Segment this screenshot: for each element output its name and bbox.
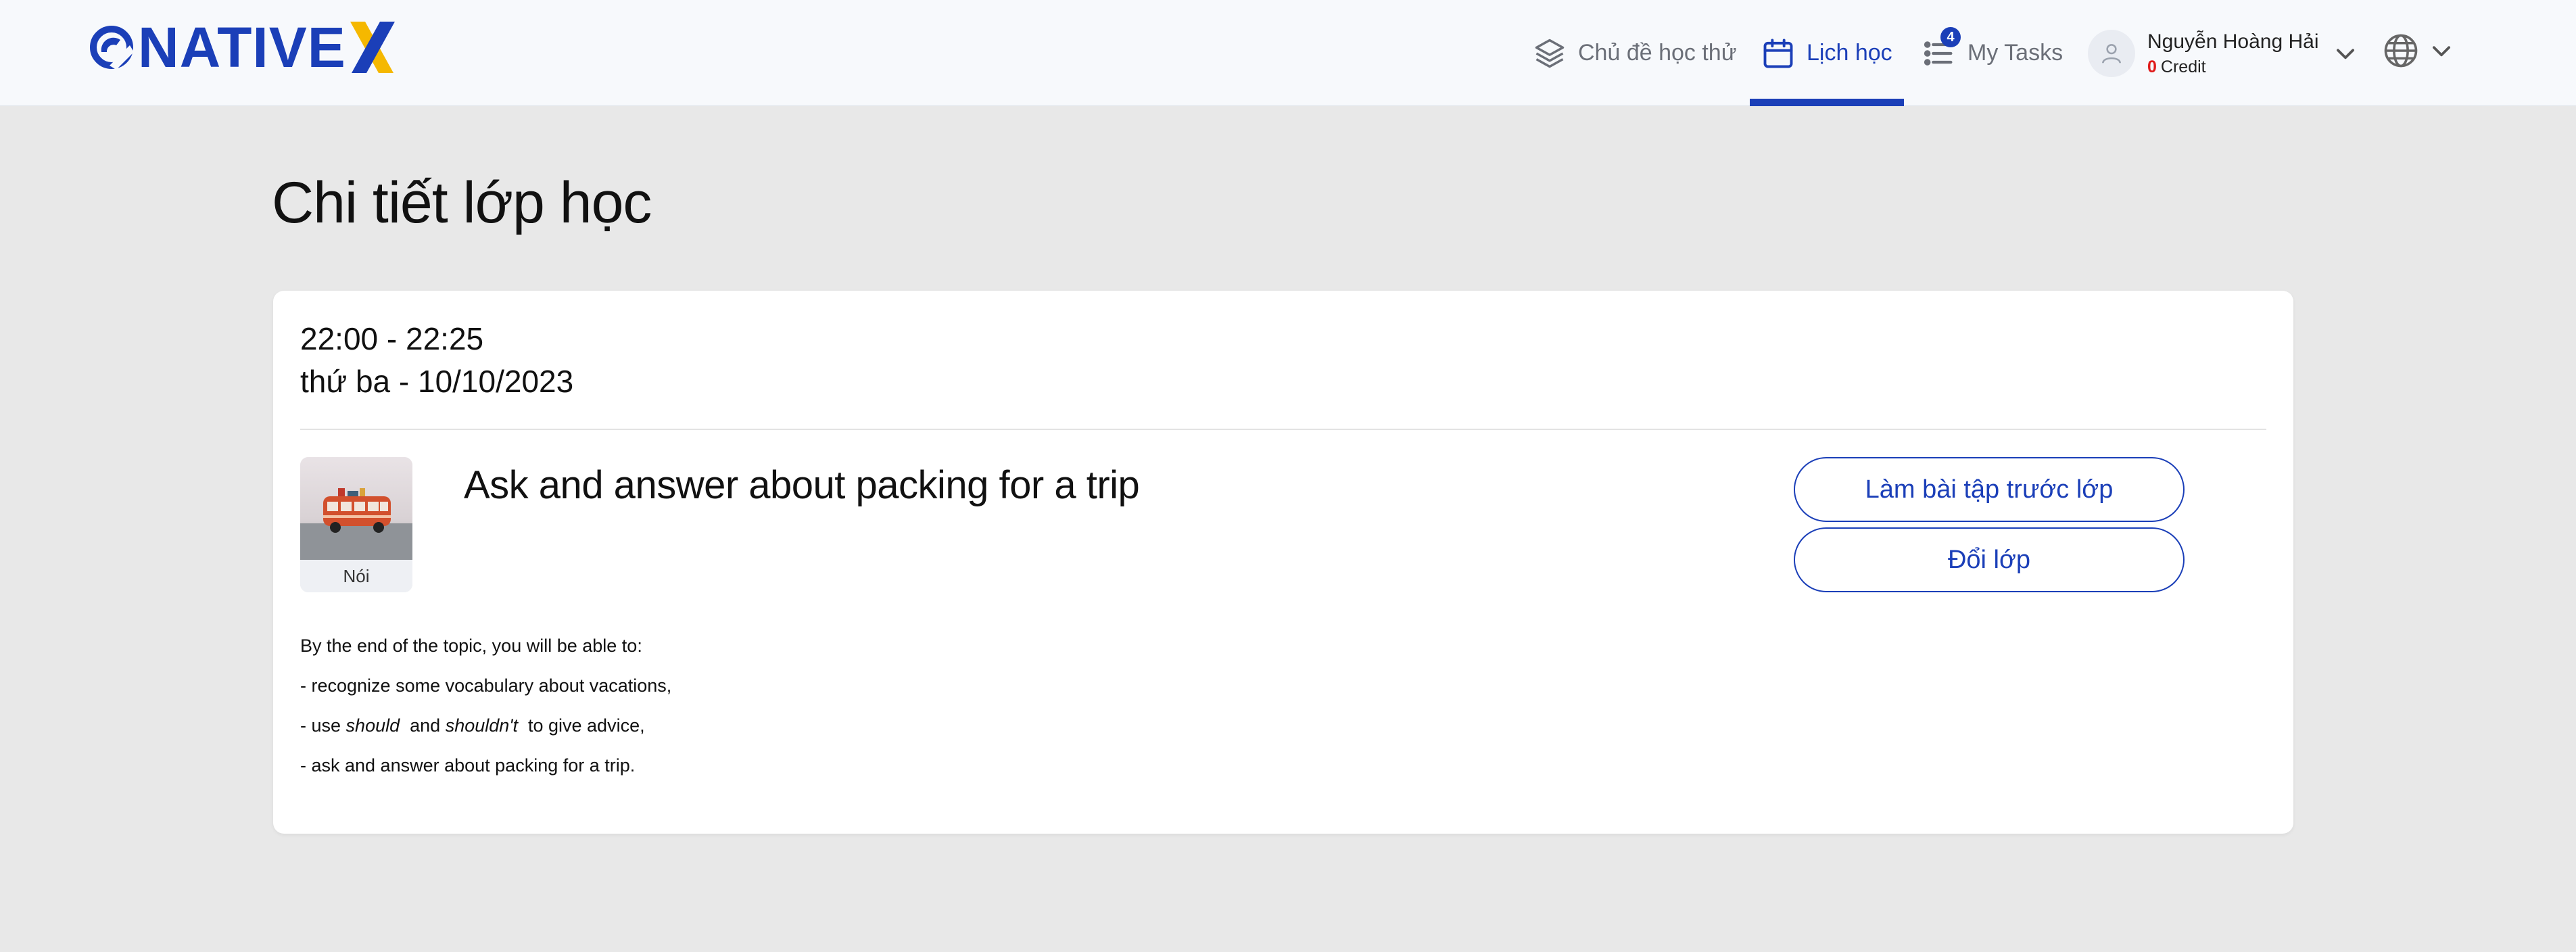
logo-mark-icon xyxy=(90,26,134,70)
toy-bus-image xyxy=(300,457,412,560)
credit-value: 0 xyxy=(2147,57,2157,76)
page-title: Chi tiết lớp học xyxy=(272,170,652,235)
globe-icon xyxy=(2384,34,2418,68)
user-credit: 0 Credit xyxy=(2147,55,2319,78)
topic-title: Ask and answer about packing for a trip xyxy=(464,463,1140,507)
nav-label-my-tasks: My Tasks xyxy=(1967,40,2064,66)
class-date: thứ ba - 10/10/2023 xyxy=(300,364,574,399)
user-name: Nguyễn Hoàng Hải xyxy=(2147,30,2319,53)
topic-thumbnail: Nói xyxy=(300,457,412,592)
logo-x-icon xyxy=(350,22,395,73)
description-objective-1: - recognize some vocabulary about vacati… xyxy=(300,675,672,696)
class-time: 22:00 - 22:25 xyxy=(300,321,484,356)
objective-2-suffix: to give advice, xyxy=(527,715,645,736)
top-header: NATIVE Chủ đề học thử Lịch học My Tasks … xyxy=(0,0,2576,106)
description-objective-3: - ask and answer about packing for a tri… xyxy=(300,755,636,776)
objective-2-word-shouldnt: shouldn't xyxy=(445,715,518,736)
class-detail-card: 22:00 - 22:25 thứ ba - 10/10/2023 Nói As… xyxy=(273,291,2293,834)
divider xyxy=(300,429,2266,430)
objective-2-and: and xyxy=(410,715,441,736)
active-tab-indicator xyxy=(1750,99,1904,106)
description-intro: By the end of the topic, you will be abl… xyxy=(300,636,642,656)
nav-tab-trial-topics[interactable]: Chủ đề học thử xyxy=(1532,0,1736,106)
calendar-icon xyxy=(1763,39,1793,68)
chevron-down-icon xyxy=(2336,49,2354,60)
objective-2-word-should: should xyxy=(345,715,400,736)
nav-tab-my-tasks[interactable]: My Tasks xyxy=(1922,0,2063,106)
nav-tab-schedule[interactable]: Lịch học xyxy=(1761,0,1892,106)
skill-label: Nói xyxy=(300,560,412,592)
user-icon xyxy=(2102,44,2121,64)
user-info: Nguyễn Hoàng Hải 0 Credit xyxy=(2147,28,2319,78)
objective-2-prefix: - use xyxy=(300,715,341,736)
topic-description: By the end of the topic, you will be abl… xyxy=(300,626,671,786)
avatar xyxy=(2088,30,2135,77)
change-class-button[interactable]: Đổi lớp xyxy=(1794,527,2185,592)
user-menu[interactable]: Nguyễn Hoàng Hải 0 Credit xyxy=(2088,23,2358,84)
logo[interactable]: NATIVE xyxy=(89,19,396,76)
nav-label-trial-topics: Chủ đề học thử xyxy=(1578,40,1737,66)
language-selector[interactable] xyxy=(2383,27,2454,74)
logo-text: NATIVE xyxy=(138,16,346,79)
description-objective-2: - use should and shouldn't to give advic… xyxy=(300,706,671,746)
tasks-count-badge: 4 xyxy=(1940,27,1961,47)
nav-label-schedule: Lịch học xyxy=(1807,40,1892,66)
layers-icon xyxy=(1535,39,1565,68)
pre-class-homework-button[interactable]: Làm bài tập trước lớp xyxy=(1794,457,2185,522)
chevron-down-icon xyxy=(2433,46,2450,57)
credit-label: Credit xyxy=(2160,57,2206,76)
